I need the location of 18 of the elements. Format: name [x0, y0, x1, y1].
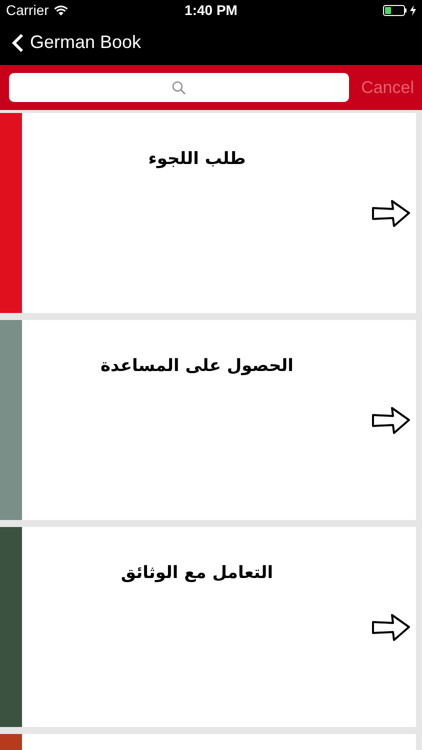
- carrier-label: Carrier: [6, 0, 49, 20]
- search-field[interactable]: [9, 73, 350, 102]
- card-title: طلب اللجوء: [148, 148, 246, 171]
- charging-icon: [410, 4, 416, 16]
- arrow-right-icon: [372, 406, 410, 434]
- status-time: 1:40 PM: [184, 0, 238, 20]
- wifi-icon: [54, 4, 68, 16]
- list-card[interactable]: الحصول على المساعدة: [0, 320, 416, 520]
- back-button[interactable]: German Book: [12, 29, 142, 56]
- chevron-left-icon: [12, 32, 24, 52]
- list-card[interactable]: التعامل مع الوثائق: [0, 527, 416, 727]
- search-icon: [172, 80, 186, 94]
- battery-icon: [383, 4, 407, 16]
- arrow-right-icon: [372, 200, 410, 226]
- list-card[interactable]: طلب اللجوء: [0, 113, 416, 313]
- card-title: الحصول على المساعدة: [100, 355, 294, 378]
- card-title: التعامل مع الوثائق: [120, 562, 274, 585]
- arrow-right-icon: [372, 614, 410, 640]
